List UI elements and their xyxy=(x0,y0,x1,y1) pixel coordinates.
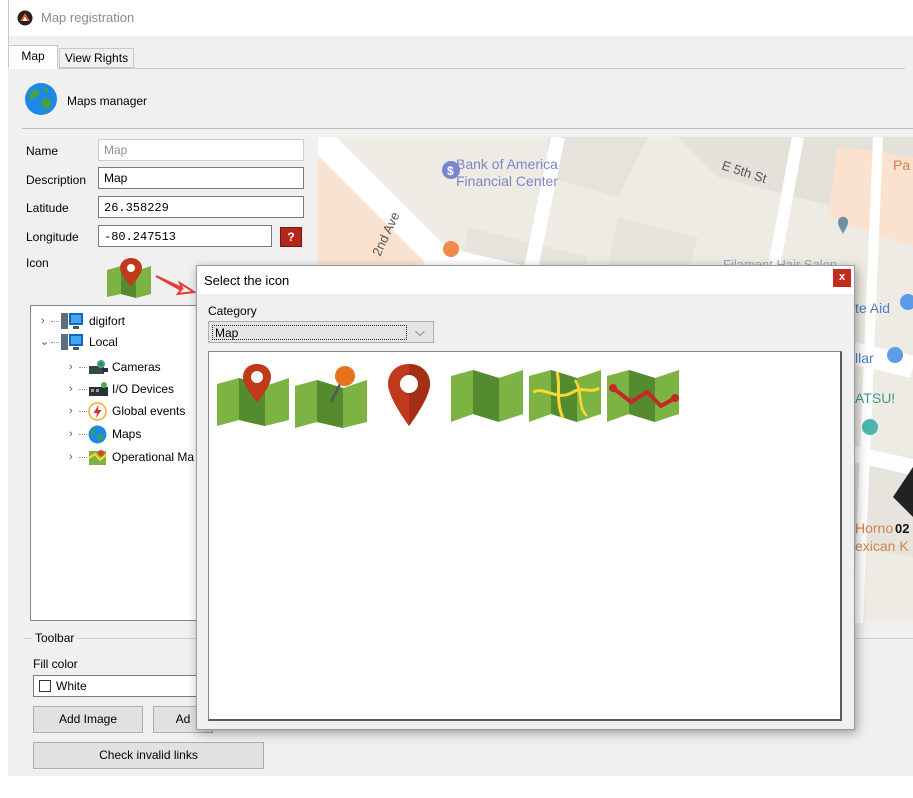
window-title: Map registration xyxy=(41,10,135,25)
map-poi-label: 02 xyxy=(895,521,909,536)
chevron-right-icon[interactable]: › xyxy=(69,379,79,399)
app-logo-icon xyxy=(17,10,33,26)
chevron-right-icon[interactable]: › xyxy=(69,424,79,444)
map-poi-label: llar xyxy=(855,350,874,366)
tree-item-digifort[interactable]: › digifort xyxy=(39,311,219,331)
tree-item-label: Operational Ma xyxy=(112,450,195,464)
chevron-down-icon[interactable]: ⌄ xyxy=(40,332,50,352)
latitude-field[interactable]: 26.358229 xyxy=(98,196,304,218)
close-button[interactable]: x xyxy=(833,269,851,287)
map-route-icon[interactable] xyxy=(605,362,681,428)
resource-tree[interactable]: › digifort ⌄ Local › Cameras › I/O Devic… xyxy=(30,305,222,621)
maps-manager-label: Maps manager xyxy=(67,94,148,108)
description-label: Description xyxy=(26,173,87,187)
tab-map[interactable]: Map xyxy=(8,45,58,69)
category-label: Category xyxy=(208,304,257,318)
chevron-down-icon: ⌵ xyxy=(415,324,425,339)
map-roads-icon[interactable] xyxy=(527,362,603,428)
location-pin-icon[interactable] xyxy=(371,362,447,428)
tree-connector xyxy=(79,367,87,368)
tab-view-rights[interactable]: View Rights xyxy=(59,48,134,68)
latitude-label: Latitude xyxy=(26,201,69,215)
server-icon xyxy=(61,313,83,329)
description-value: Map xyxy=(104,171,128,185)
longitude-value: -80.247513 xyxy=(104,230,177,244)
tree-connector xyxy=(79,411,87,412)
chevron-right-icon[interactable]: › xyxy=(41,311,51,331)
select-icon-dialog: Select the icon x Category Map ⌵ xyxy=(196,265,855,730)
tree-item-label: Cameras xyxy=(112,360,161,374)
map-poi-label: Financial Center xyxy=(456,173,558,189)
name-label: Name xyxy=(26,144,59,158)
latitude-value: 26.358229 xyxy=(104,201,169,215)
tree-item-label: digifort xyxy=(89,314,126,328)
longitude-field[interactable]: -80.247513 xyxy=(98,225,272,247)
name-field[interactable]: Map xyxy=(98,139,304,161)
map-with-pin-icon[interactable] xyxy=(215,362,291,428)
map-poi-label: te Aid xyxy=(855,300,890,316)
map-poi-label: ATSU! xyxy=(855,390,895,406)
fill-color-value: White xyxy=(56,679,87,693)
category-value: Map xyxy=(212,325,407,340)
add-image-button[interactable]: Add Image xyxy=(33,706,143,733)
window-titlebar[interactable]: Map registration xyxy=(9,0,913,36)
chevron-right-icon[interactable]: › xyxy=(69,447,79,467)
map-with-pin-icon[interactable] xyxy=(106,256,152,298)
header-divider xyxy=(22,128,913,129)
arrow-icon xyxy=(155,275,196,296)
description-field[interactable]: Map xyxy=(98,167,304,189)
check-invalid-links-button[interactable]: Check invalid links xyxy=(33,742,264,769)
icon-list[interactable] xyxy=(208,351,842,721)
tree-item-local[interactable]: ⌄ Local xyxy=(39,332,219,352)
fill-color-label: Fill color xyxy=(33,657,78,671)
icon-label: Icon xyxy=(26,256,49,270)
camera-icon xyxy=(89,360,108,374)
lightning-icon xyxy=(88,402,107,421)
dialog-titlebar[interactable]: Select the icon x xyxy=(197,266,854,294)
tree-item-label: Maps xyxy=(112,427,142,441)
map-poi-label: Pa xyxy=(893,157,910,173)
tree-connector xyxy=(51,342,59,343)
globe-icon xyxy=(88,425,107,444)
chevron-right-icon[interactable]: › xyxy=(69,357,79,377)
name-value: Map xyxy=(104,143,128,157)
chevron-right-icon[interactable]: › xyxy=(69,401,79,421)
longitude-label: Longitude xyxy=(26,230,79,244)
tree-connector xyxy=(79,457,87,458)
map-icon xyxy=(88,450,107,465)
map-with-pushpin-icon[interactable] xyxy=(293,362,369,428)
io-device-icon xyxy=(89,382,108,396)
category-select[interactable]: Map ⌵ xyxy=(208,321,434,343)
folded-map-icon[interactable] xyxy=(449,362,525,428)
tree-connector xyxy=(79,389,87,390)
tree-item-label: Global events xyxy=(112,404,186,418)
server-icon xyxy=(61,334,83,350)
tree-item-label: Local xyxy=(89,335,118,349)
map-poi-label: Horno xyxy=(855,520,893,536)
map-poi-label: exican K xyxy=(855,538,909,554)
toolbar-caption: Toolbar xyxy=(32,631,78,645)
tree-connector xyxy=(51,321,59,322)
tree-item-label: I/O Devices xyxy=(112,382,175,396)
map-poi-label: Bank of America xyxy=(456,156,558,172)
svg-text:$: $ xyxy=(447,164,454,178)
tree-connector xyxy=(79,434,87,435)
dialog-title: Select the icon xyxy=(204,273,290,288)
color-swatch xyxy=(39,680,51,692)
globe-icon xyxy=(25,83,57,115)
geolocate-button[interactable]: ? xyxy=(280,227,302,247)
